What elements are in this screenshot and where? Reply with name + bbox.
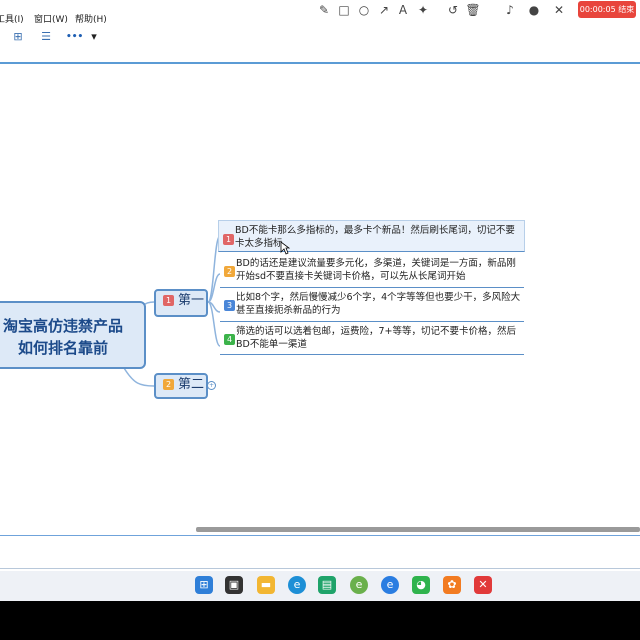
app-icon[interactable]: ✿ [443, 576, 461, 594]
subtopic-text: 比如8个字，然后慢慢减少6个字，4个字等等但也要少干，多风险大甚至直接扼杀新品的… [236, 292, 521, 316]
windows-start-icon[interactable]: ⊞ [195, 576, 213, 594]
subtopic-text: 筛选的话可以选着包邮，运费险，7+等等，切记不要卡价格，然后BD不能单一渠道 [236, 326, 517, 350]
priority-badge: 4 [224, 334, 235, 345]
taskbar: ⊞ ▣ ▬ e ▤ e e ◕ ✿ ✕ [0, 571, 640, 601]
priority-badge: 2 [163, 379, 174, 390]
expand-icon[interactable]: + [207, 381, 216, 390]
subtopic-1[interactable]: 1 BD不能卡那么多指标的，最多卡个新品！然后刷长尾词，切记不要卡太多指标 [218, 220, 525, 252]
priority-badge: 1 [163, 295, 174, 306]
central-topic[interactable]: 淘宝高仿违禁产品 如何排名靠前 [0, 301, 146, 369]
priority-badge: 3 [224, 300, 235, 311]
divider-bottom [0, 535, 640, 536]
subtopic-4[interactable]: 4 筛选的话可以选着包邮，运费险，7+等等，切记不要卡价格，然后BD不能单一渠道 [220, 325, 524, 355]
topic-node-first[interactable]: 1 第一 [154, 289, 208, 317]
file-explorer-icon[interactable]: ▬ [257, 576, 275, 594]
topic-node-second[interactable]: 2 第二 [154, 373, 208, 399]
topic-label: 第二 [178, 377, 205, 392]
topic-label: 第一 [178, 293, 205, 308]
priority-badge: 1 [223, 234, 234, 245]
subtopic-2[interactable]: 2 BD的话还是建议流量要多元化，多渠道，关键词是一方面，新品刚开始sd不要直接… [220, 257, 524, 288]
edge-browser-icon[interactable]: e [288, 576, 306, 594]
priority-badge: 2 [224, 266, 235, 277]
wechat-icon[interactable]: ◕ [412, 576, 430, 594]
store-icon[interactable]: ▤ [318, 576, 336, 594]
divider-status [0, 568, 640, 569]
subtopic-3[interactable]: 3 比如8个字，然后慢慢减少6个字，4个字等等但也要少干，多风险大甚至直接扼杀新… [220, 291, 524, 322]
subtopic-text: BD不能卡那么多指标的，最多卡个新品！然后刷长尾词，切记不要卡太多指标 [235, 225, 515, 249]
mouse-cursor-icon [280, 241, 290, 255]
central-topic-text: 淘宝高仿违禁产品 如何排名靠前 [2, 317, 123, 357]
ie-browser-icon[interactable]: e [350, 576, 368, 594]
edge-legacy-icon[interactable]: e [381, 576, 399, 594]
xmind-icon[interactable]: ✕ [474, 576, 492, 594]
black-band [0, 601, 640, 640]
horizontal-scrollbar[interactable] [196, 527, 640, 532]
status-area [0, 537, 640, 571]
subtopic-text: BD的话还是建议流量要多元化，多渠道，关键词是一方面，新品刚开始sd不要直接卡关… [236, 258, 516, 282]
task-view-icon[interactable]: ▣ [225, 576, 243, 594]
